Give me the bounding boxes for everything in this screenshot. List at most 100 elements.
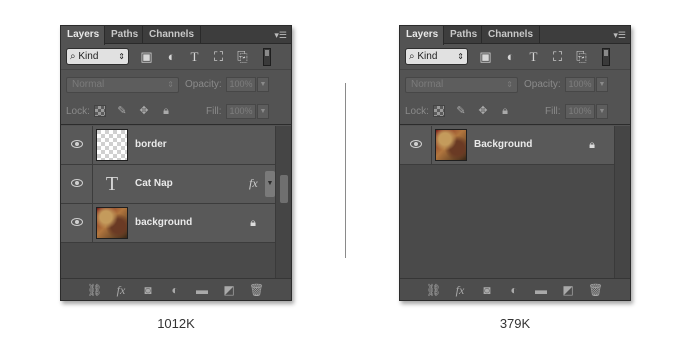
opacity-label: Opacity: xyxy=(524,79,561,90)
select-arrows-icon: ⇕ xyxy=(167,80,174,89)
link-layers-icon[interactable]: ⛓ xyxy=(426,283,441,297)
visibility-toggle[interactable] xyxy=(61,204,93,242)
filter-row: ⌕ Kind ⇕ ▣ ◐ T ⛶ ⎘ xyxy=(400,45,630,69)
smart-object-filter-icon[interactable]: ⎘ xyxy=(574,49,589,64)
opacity-dropdown-arrow[interactable]: ▼ xyxy=(596,77,608,92)
select-arrows-icon: ⇕ xyxy=(506,80,513,89)
layer-name[interactable]: border xyxy=(135,139,167,151)
type-layer-filter-icon[interactable]: T xyxy=(526,49,541,64)
kind-filter-select[interactable]: ⌕ Kind ⇕ xyxy=(405,48,468,65)
layer-row[interactable]: T Cat Nap fx ▼ xyxy=(61,165,277,204)
opacity-dropdown-arrow[interactable]: ▼ xyxy=(257,77,269,92)
layer-name[interactable]: Background xyxy=(474,139,532,151)
adjustment-layer-filter-icon[interactable]: ◐ xyxy=(503,49,518,64)
layer-name[interactable]: background xyxy=(135,217,192,229)
pixel-layer-filter-icon[interactable]: ▣ xyxy=(139,49,154,64)
new-adjustment-layer-icon[interactable]: ◐ xyxy=(507,283,521,297)
tab-channels[interactable]: Channels xyxy=(482,26,540,44)
pixel-layer-filter-icon[interactable]: ▣ xyxy=(478,49,493,64)
layers-list: Background 🔒︎ xyxy=(400,126,630,278)
new-group-icon[interactable]: ▬ xyxy=(195,283,209,297)
link-layers-icon[interactable]: ⛓ xyxy=(87,283,102,297)
expand-effects-icon[interactable]: ▼ xyxy=(265,171,275,197)
layer-row[interactable]: background 🔒︎ xyxy=(61,204,277,243)
tab-layers[interactable]: Layers xyxy=(61,26,105,45)
lock-position-icon[interactable]: ✥ xyxy=(138,105,150,117)
delete-layer-icon[interactable]: 🗑︎ xyxy=(588,283,603,297)
lock-row: Lock: ✎ ✥ 🔒︎ Fill: 100% ▼ xyxy=(61,97,291,125)
layer-thumbnail-photo xyxy=(96,207,128,239)
blend-mode-select[interactable]: Normal ⇕ xyxy=(405,77,518,93)
tab-paths[interactable]: Paths xyxy=(444,26,482,44)
tab-layers[interactable]: Layers xyxy=(400,26,444,45)
panel-menu-icon[interactable]: ▾☰ xyxy=(613,29,626,41)
fill-field[interactable]: 100% xyxy=(226,104,256,119)
panel-tab-bar: Layers Paths Channels ▾☰ xyxy=(400,26,630,45)
fill-dropdown-arrow[interactable]: ▼ xyxy=(596,104,608,119)
kind-filter-select[interactable]: ⌕ Kind ⇕ xyxy=(66,48,129,65)
lock-all-icon[interactable]: 🔒︎ xyxy=(160,105,172,117)
fx-icon[interactable]: fx xyxy=(249,176,258,190)
eye-icon xyxy=(410,140,422,148)
type-layer-filter-icon[interactable]: T xyxy=(187,49,202,64)
layer-row[interactable]: border xyxy=(61,126,277,165)
eye-icon xyxy=(71,179,83,187)
layer-row[interactable]: Background 🔒︎ xyxy=(400,126,616,165)
search-icon: ⌕ xyxy=(70,51,76,62)
lock-image-pixels-icon[interactable]: ✎ xyxy=(455,105,467,117)
select-arrows-icon: ⇕ xyxy=(118,52,125,61)
scrollbar[interactable] xyxy=(614,126,630,278)
select-arrows-icon: ⇕ xyxy=(457,52,464,61)
add-mask-icon[interactable]: ◙ xyxy=(141,283,155,297)
visibility-toggle[interactable] xyxy=(400,126,432,164)
new-layer-icon[interactable]: ◩ xyxy=(561,283,575,297)
smart-object-filter-icon[interactable]: ⎘ xyxy=(235,49,250,64)
delete-layer-icon[interactable]: 🗑︎ xyxy=(249,283,264,297)
divider-line xyxy=(345,83,346,258)
lock-label: Lock: xyxy=(405,106,429,117)
panel-menu-icon[interactable]: ▾☰ xyxy=(274,29,287,41)
kind-filter-label: Kind xyxy=(417,51,438,62)
fill-label: Fill: xyxy=(206,106,222,117)
new-group-icon[interactable]: ▬ xyxy=(534,283,548,297)
lock-image-pixels-icon[interactable]: ✎ xyxy=(116,105,128,117)
file-size-label-left: 1012K xyxy=(157,316,195,331)
adjustment-layer-filter-icon[interactable]: ◐ xyxy=(164,49,179,64)
layer-name[interactable]: Cat Nap xyxy=(135,178,173,190)
lock-transparent-pixels-icon[interactable] xyxy=(433,105,445,117)
tab-channels[interactable]: Channels xyxy=(143,26,201,44)
scrollbar[interactable] xyxy=(275,126,291,278)
shape-layer-filter-icon[interactable]: ⛶ xyxy=(211,49,226,64)
add-layer-style-icon[interactable]: fx xyxy=(114,283,128,297)
fill-label: Fill: xyxy=(545,106,561,117)
lock-all-icon[interactable]: 🔒︎ xyxy=(499,105,511,117)
visibility-toggle[interactable] xyxy=(61,126,93,164)
layers-panel-left: Layers Paths Channels ▾☰ ⌕ Kind ⇕ ▣ ◐ T … xyxy=(60,25,292,301)
fill-field[interactable]: 100% xyxy=(565,104,595,119)
add-mask-icon[interactable]: ◙ xyxy=(480,283,494,297)
lock-icon: 🔒︎ xyxy=(250,217,256,229)
add-layer-style-icon[interactable]: fx xyxy=(453,283,467,297)
lock-position-icon[interactable]: ✥ xyxy=(477,105,489,117)
layers-panel-right: Layers Paths Channels ▾☰ ⌕ Kind ⇕ ▣ ◐ T … xyxy=(399,25,631,301)
blend-mode-select[interactable]: Normal ⇕ xyxy=(66,77,179,93)
lock-icon: 🔒︎ xyxy=(589,139,595,151)
filter-toggle-switch[interactable] xyxy=(263,48,271,66)
visibility-toggle[interactable] xyxy=(61,165,93,203)
tab-paths[interactable]: Paths xyxy=(105,26,143,44)
opacity-field[interactable]: 100% xyxy=(565,77,595,92)
lock-transparent-pixels-icon[interactable] xyxy=(94,105,106,117)
layers-list: border T Cat Nap fx ▼ background 🔒︎ xyxy=(61,126,291,278)
fill-dropdown-arrow[interactable]: ▼ xyxy=(257,104,269,119)
new-layer-icon[interactable]: ◩ xyxy=(222,283,236,297)
filter-toggle-switch[interactable] xyxy=(602,48,610,66)
panel-tab-bar: Layers Paths Channels ▾☰ xyxy=(61,26,291,45)
kind-filter-label: Kind xyxy=(78,51,99,62)
opacity-field[interactable]: 100% xyxy=(226,77,256,92)
file-size-label-right: 379K xyxy=(499,316,531,331)
scrollbar-thumb[interactable] xyxy=(280,175,288,203)
lock-row: Lock: ✎ ✥ 🔒︎ Fill: 100% ▼ xyxy=(400,97,630,125)
layer-thumbnail-transparent xyxy=(96,129,128,161)
new-adjustment-layer-icon[interactable]: ◐ xyxy=(168,283,182,297)
shape-layer-filter-icon[interactable]: ⛶ xyxy=(550,49,565,64)
